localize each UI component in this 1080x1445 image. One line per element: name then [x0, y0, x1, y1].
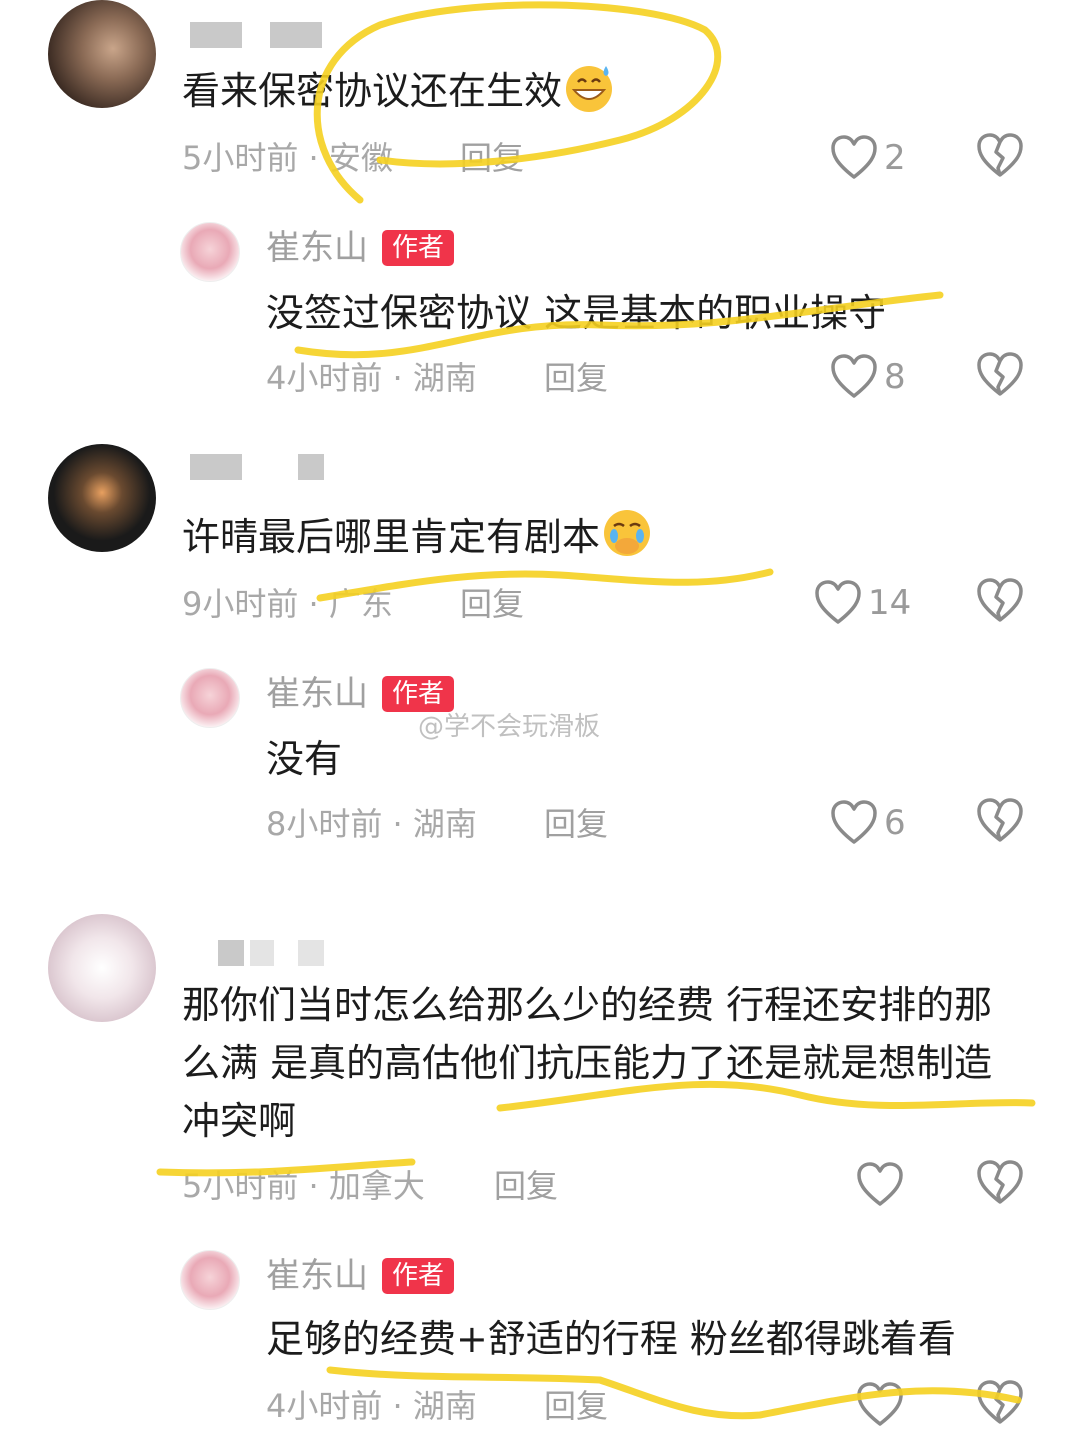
like-button[interactable]: 2	[830, 133, 906, 183]
like-button[interactable]: 6	[830, 798, 906, 848]
reply-button[interactable]: 回复	[544, 1386, 608, 1426]
comment-text: 看来保密协议还在生效	[182, 60, 616, 120]
username-blurred[interactable]	[270, 22, 322, 48]
author-avatar[interactable]	[180, 222, 240, 282]
avatar[interactable]	[48, 0, 156, 108]
comment-meta: 5小时前 · 安徽	[182, 139, 393, 177]
reply-text: 没有	[266, 737, 343, 781]
crying-hand-over-mouth-emoji	[604, 510, 651, 556]
username-blurred[interactable]	[190, 22, 242, 48]
broken-heart-icon[interactable]	[976, 798, 1024, 844]
like-button[interactable]: 8	[830, 352, 906, 402]
username-blurred[interactable]	[218, 940, 244, 966]
author-name[interactable]: 崔东山	[266, 674, 368, 714]
comment-time: 9小时前	[182, 585, 299, 623]
avatar[interactable]	[48, 914, 156, 1022]
reply-location: 湖南	[412, 359, 477, 397]
heart-icon	[831, 135, 877, 179]
reply-button[interactable]: 回复	[460, 584, 524, 624]
broken-heart-icon[interactable]	[976, 133, 1024, 179]
author-avatar[interactable]	[180, 1250, 240, 1310]
broken-heart-icon[interactable]	[976, 1380, 1024, 1426]
reply-meta: 8小时前 · 湖南	[266, 805, 477, 843]
like-button[interactable]: 14	[814, 578, 911, 628]
like-count: 6	[884, 803, 906, 843]
heart-icon	[857, 1382, 903, 1426]
heart-icon	[857, 1162, 903, 1206]
reply-button[interactable]: 回复	[544, 804, 608, 844]
heart-icon	[831, 354, 877, 398]
comment-location: 加拿大	[328, 1167, 425, 1205]
username-blurred[interactable]	[298, 454, 324, 480]
reply-button[interactable]: 回复	[460, 138, 524, 178]
reply-meta: 4小时前 · 湖南	[266, 1387, 477, 1425]
comment-location: 安徽	[328, 139, 393, 177]
like-button[interactable]	[856, 1160, 904, 1210]
comment-location: 广东	[328, 585, 393, 623]
author-badge: 作者	[382, 1258, 455, 1294]
reply-text: 没签过保密协议 这是基本的职业操守	[266, 291, 887, 335]
comment-meta: 5小时前 · 加拿大	[182, 1167, 425, 1205]
author-name[interactable]: 崔东山	[266, 1256, 368, 1296]
reply-time: 4小时前	[266, 359, 383, 397]
author-avatar[interactable]	[180, 668, 240, 728]
like-button[interactable]	[856, 1380, 904, 1430]
reply-time: 4小时前	[266, 1387, 383, 1425]
broken-heart-icon[interactable]	[976, 578, 1024, 624]
heart-icon	[815, 580, 861, 624]
username-blurred[interactable]	[250, 940, 274, 966]
reply-location: 湖南	[412, 805, 477, 843]
comment-text: 许晴最后哪里肯定有剧本	[182, 506, 654, 566]
reply-button[interactable]: 回复	[494, 1166, 558, 1206]
comment-time: 5小时前	[182, 1167, 299, 1205]
reply-meta: 4小时前 · 湖南	[266, 359, 477, 397]
watermark: @学不会玩滑板	[418, 712, 601, 742]
like-count: 2	[884, 138, 906, 178]
like-count: 8	[884, 357, 906, 397]
author-name[interactable]: 崔东山	[266, 228, 368, 268]
comment-text: 那你们当时怎么给那么少的经费 行程还安排的那 么满 是真的高估他们抗压能力了还是…	[182, 983, 993, 1143]
username-blurred[interactable]	[190, 454, 242, 480]
reply-text: 足够的经费+舒适的行程 粉丝都得跳着看	[266, 1317, 956, 1361]
comment-meta: 9小时前 · 广东	[182, 585, 393, 623]
comment-time: 5小时前	[182, 139, 299, 177]
reply-location: 湖南	[412, 1387, 477, 1425]
reply-time: 8小时前	[266, 805, 383, 843]
grinning-sweat-emoji	[566, 66, 613, 112]
broken-heart-icon[interactable]	[976, 1160, 1024, 1206]
username-blurred[interactable]	[298, 940, 324, 966]
heart-icon	[831, 800, 877, 844]
avatar[interactable]	[48, 444, 156, 552]
author-badge: 作者	[382, 230, 455, 266]
like-count: 14	[868, 583, 912, 623]
broken-heart-icon[interactable]	[976, 352, 1024, 398]
reply-button[interactable]: 回复	[544, 358, 608, 398]
